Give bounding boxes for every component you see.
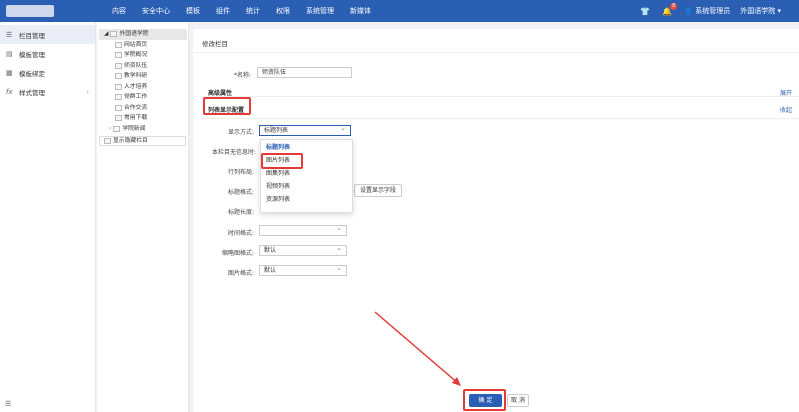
page-icon bbox=[115, 62, 122, 69]
sidebar-item-label: 模板绑定 bbox=[19, 69, 45, 78]
fx-icon: fx bbox=[6, 87, 13, 96]
nav-item-component[interactable]: 组件 bbox=[216, 0, 230, 22]
nav-item-newmedia[interactable]: 新媒体 bbox=[350, 0, 371, 22]
page-icon bbox=[115, 41, 122, 48]
page-icon bbox=[115, 73, 122, 80]
column-tree: ◢ 外国语学院 网站首页 学院概况 师资队伍 教学科研 人才培养 党群工作 合作… bbox=[97, 22, 189, 412]
tree-node[interactable]: 学院概况 bbox=[97, 50, 188, 61]
caret-right-icon: › bbox=[109, 125, 112, 132]
nav-item-system[interactable]: 系统管理 bbox=[306, 0, 334, 22]
user-name: 系统管理员 bbox=[695, 7, 731, 15]
tree-root[interactable]: ◢ 外国语学院 bbox=[99, 29, 187, 40]
tree-node[interactable]: 常用下载 bbox=[97, 113, 188, 124]
left-sidebar: ☰ 栏目管理 ▤ 模板管理 ▦ 模板绑定 fx 样式管理 › ☰ bbox=[0, 22, 96, 412]
nav-item-security[interactable]: 安全中心 bbox=[142, 0, 170, 22]
sidebar-item-label: 样式管理 bbox=[19, 88, 45, 97]
tree-node-label: 学院新闻 bbox=[122, 125, 146, 132]
sidebar-item-template[interactable]: ▤ 模板管理 bbox=[0, 44, 95, 63]
list-icon: ☰ bbox=[6, 30, 13, 39]
notification-badge: 8 bbox=[670, 2, 678, 10]
collapse-icon[interactable]: ☰ bbox=[5, 400, 11, 408]
top-navbar: 内容 安全中心 模板 组件 统计 权限 系统管理 新媒体 👕 🔔 8 👤 系统管理… bbox=[0, 0, 799, 22]
tree-node[interactable]: 党群工作 bbox=[97, 92, 188, 103]
tree-node[interactable]: 合作交流 bbox=[97, 103, 188, 114]
bind-icon: ▦ bbox=[6, 68, 13, 77]
user-icon: 👤 bbox=[684, 7, 696, 15]
site-name: 外国语学院 bbox=[740, 7, 776, 15]
site-switcher[interactable]: 外国语学院 ▾ bbox=[740, 6, 781, 16]
tree-node[interactable]: 教学科研 bbox=[97, 71, 188, 82]
chevron-right-icon: › bbox=[86, 87, 89, 96]
page-icon bbox=[115, 94, 122, 101]
page-icon bbox=[115, 115, 122, 122]
sidebar-item-style[interactable]: fx 样式管理 › bbox=[0, 82, 95, 101]
sidebar-item-column[interactable]: ☰ 栏目管理 bbox=[0, 25, 95, 44]
top-right-tools: 👕 🔔 8 👤 系统管理员 外国语学院 ▾ bbox=[640, 0, 791, 22]
tree-node[interactable]: 师资队伍 bbox=[97, 61, 188, 72]
caret-down-icon: ◢ bbox=[104, 31, 109, 37]
tree-node-label: 合作交流 bbox=[124, 104, 148, 111]
bell-icon[interactable]: 🔔 8 bbox=[662, 2, 678, 16]
nav-item-stats[interactable]: 统计 bbox=[246, 0, 260, 22]
tree-node[interactable]: 网站首页 bbox=[97, 40, 188, 51]
page-icon bbox=[115, 83, 122, 90]
nav-item-content[interactable]: 内容 bbox=[112, 0, 126, 22]
tree-node-label: 党群工作 bbox=[124, 94, 148, 100]
show-hidden-toggle[interactable]: 显示隐藏栏目 bbox=[99, 136, 186, 146]
nav-item-permission[interactable]: 权限 bbox=[276, 0, 290, 22]
template-icon: ▤ bbox=[6, 49, 13, 58]
sidebar-item-label: 栏目管理 bbox=[19, 31, 45, 40]
page-icon bbox=[113, 125, 121, 132]
caret-down-icon: ▾ bbox=[777, 7, 781, 15]
shirt-icon[interactable]: 👕 bbox=[640, 7, 650, 16]
annotation-arrow bbox=[374, 311, 461, 386]
page-icon bbox=[115, 104, 122, 111]
user-menu[interactable]: 👤 系统管理员 bbox=[684, 6, 730, 16]
sidebar-item-bind[interactable]: ▦ 模板绑定 bbox=[0, 63, 95, 82]
tree-node-label: 网站首页 bbox=[124, 41, 148, 48]
tree-node-label: 学院概况 bbox=[124, 52, 148, 58]
site-logo bbox=[6, 5, 54, 17]
tree-node-label: 师资队伍 bbox=[124, 62, 148, 69]
main-nav: 内容 安全中心 模板 组件 统计 权限 系统管理 新媒体 bbox=[112, 0, 387, 22]
edit-column-panel: 修改栏目 *名称: 师资队伍 高级属性 展开 列表显示配置 收起 显示方式: 标… bbox=[193, 29, 799, 412]
tree-node[interactable]: 人才培养 bbox=[97, 82, 188, 93]
nav-item-template[interactable]: 模板 bbox=[186, 0, 200, 22]
tree-node-label: 人才培养 bbox=[124, 83, 148, 90]
checkbox-icon bbox=[104, 138, 111, 144]
tree-node[interactable]: › 学院新闻 bbox=[97, 124, 188, 135]
page-icon bbox=[115, 52, 122, 59]
show-hidden-label: 显示隐藏栏目 bbox=[113, 137, 148, 144]
folder-icon bbox=[110, 31, 118, 38]
sidebar-item-label: 模板管理 bbox=[19, 50, 45, 59]
tree-node-label: 常用下载 bbox=[124, 115, 148, 121]
tree-node-label: 教学科研 bbox=[124, 73, 148, 79]
tree-root-label: 外国语学院 bbox=[119, 31, 149, 37]
